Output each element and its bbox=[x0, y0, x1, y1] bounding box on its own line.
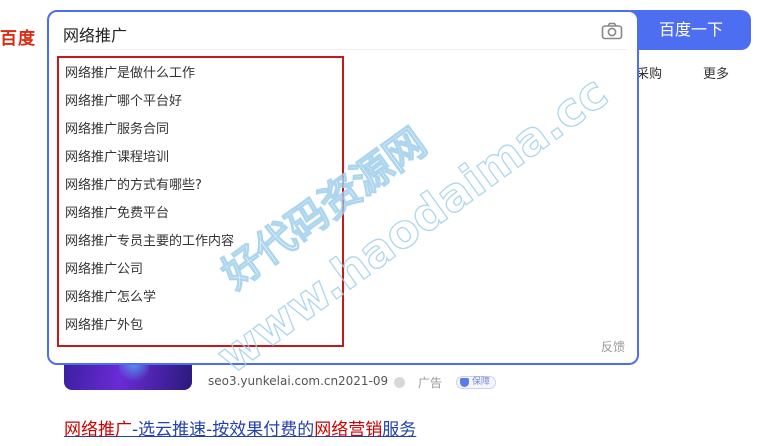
suggestion-item[interactable]: 网络推广是做什么工作 bbox=[59, 60, 342, 88]
result-title-text: 服务 bbox=[382, 420, 417, 440]
search-button[interactable]: 百度一下 bbox=[631, 10, 751, 50]
tab-procurement[interactable]: 采购 bbox=[636, 63, 662, 82]
input-divider bbox=[59, 49, 627, 50]
suggestion-item[interactable]: 网络推广怎么学 bbox=[59, 284, 342, 312]
suggestion-item[interactable]: 网络推广外包 bbox=[59, 312, 342, 340]
suggestion-item[interactable]: 网络推广免费平台 bbox=[59, 200, 342, 228]
suggestion-item[interactable]: 网络推广公司 bbox=[59, 256, 342, 284]
result-title-link[interactable]: 网络推广-选云推速-按效果付费的网络营销服务 bbox=[64, 415, 416, 440]
dropdown-icon[interactable] bbox=[394, 377, 405, 388]
suggestion-item[interactable]: 网络推广哪个平台好 bbox=[59, 88, 342, 116]
suggestion-item[interactable]: 网络推广服务合同 bbox=[59, 116, 342, 144]
suggestion-list: 网络推广是做什么工作 网络推广哪个平台好 网络推广服务合同 网络推广课程培训 网… bbox=[57, 56, 344, 347]
suggestion-item[interactable]: 网络推广的方式有哪些? bbox=[59, 172, 342, 200]
feedback-link[interactable]: 反馈 bbox=[601, 338, 625, 355]
search-input[interactable]: 网络推广 bbox=[63, 22, 127, 46]
result-title-keyword: 网络营销 bbox=[314, 420, 383, 440]
suggestion-item[interactable]: 网络推广课程培训 bbox=[59, 144, 342, 172]
result-title-text: -选云推速-按效果付费的 bbox=[132, 420, 315, 440]
camera-icon[interactable] bbox=[601, 22, 623, 40]
ad-label: 广告 bbox=[418, 376, 443, 390]
search-box: 网络推广 网络推广是做什么工作 网络推广哪个平台好 网络推广服务合同 网络推广课… bbox=[47, 10, 639, 365]
baidu-logo[interactable]: 百度 bbox=[0, 24, 36, 49]
result-title-keyword: 网络推广 bbox=[64, 420, 132, 440]
result-date: 2021-09 bbox=[338, 374, 389, 388]
tab-more[interactable]: 更多 bbox=[703, 63, 729, 82]
suggestion-item[interactable]: 网络推广专员主要的工作内容 bbox=[59, 228, 342, 256]
result-url: seo3.yunkelai.com.cn bbox=[208, 374, 339, 388]
guarantee-badge[interactable]: 保障 bbox=[456, 376, 496, 389]
